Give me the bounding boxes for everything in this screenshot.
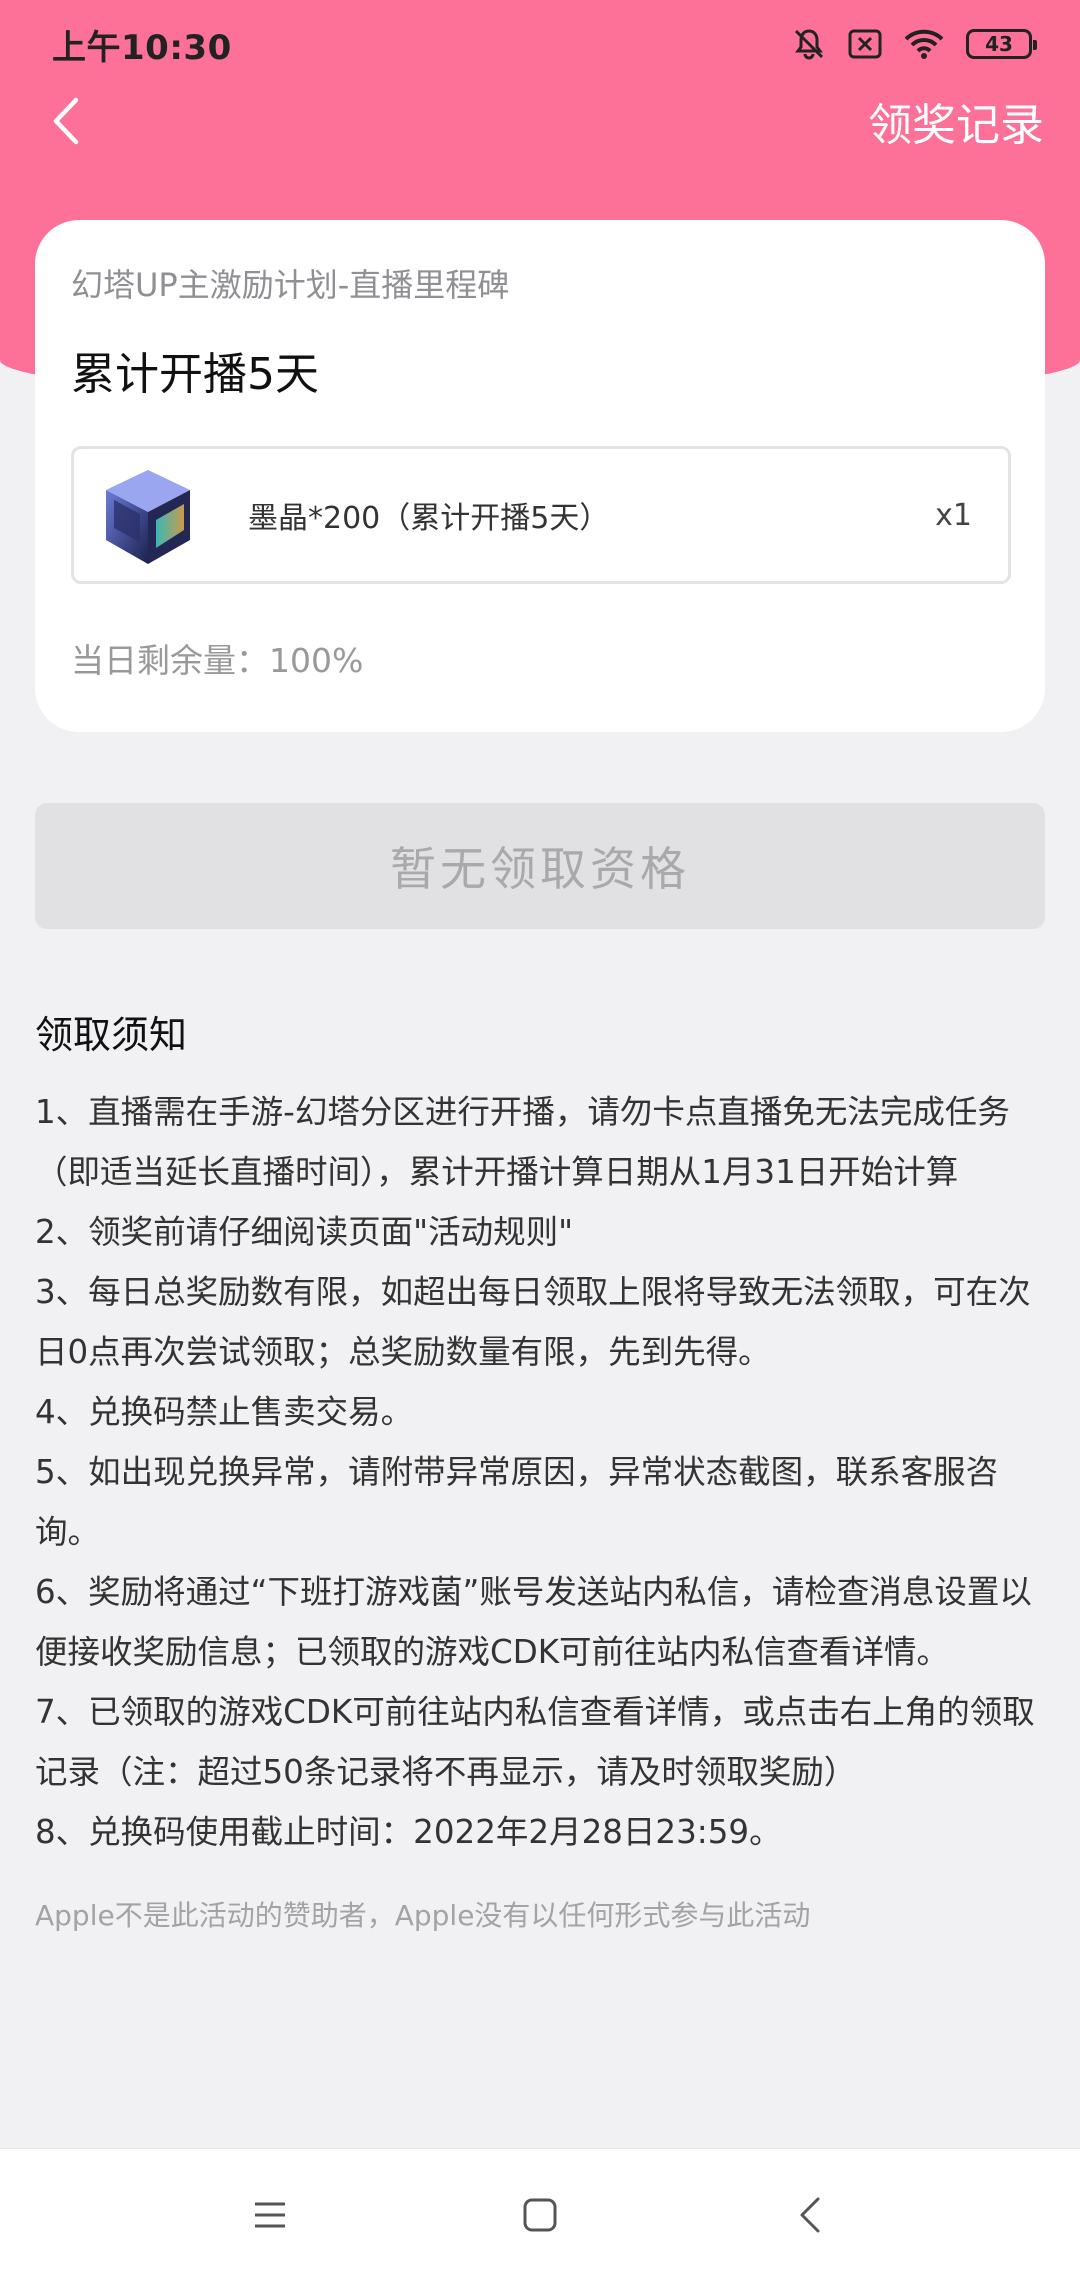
system-nav-bar (0, 2148, 1080, 2280)
status-icons: 43 (792, 27, 1037, 61)
back-triangle-icon (800, 2197, 820, 2232)
battery-icon: 43 (966, 29, 1037, 59)
notice-item: 7、已领取的游戏CDK可前往站内私信查看详情，或点击右上角的领取记录（注：超过5… (35, 1693, 1035, 1791)
claim-button[interactable]: 暂无领取资格 (35, 803, 1045, 929)
notice-item: 1、直播需在手游-幻塔分区进行开播，请勿卡点直播免无法完成任务（即适当延长直播时… (35, 1093, 1010, 1191)
reward-item: 墨晶*200（累计开播5天） x1 (71, 446, 1011, 584)
notice-item: 8、兑换码使用截止时间：2022年2月28日23:59。 (35, 1813, 782, 1851)
home-square-icon (523, 2198, 557, 2231)
notice-item: 5、如出现兑换异常，请附带异常原因，异常状态截图，联系客服咨询。 (35, 1453, 999, 1551)
reward-quantity: x1 (935, 497, 972, 533)
wifi-icon (904, 29, 944, 59)
system-back-button[interactable] (780, 2185, 840, 2245)
daily-remaining: 当日剩余量：100% (71, 641, 364, 680)
award-records-link[interactable]: 领奖记录 (868, 89, 1044, 153)
status-time: 上午10:30 (52, 27, 232, 68)
notice-item: 6、奖励将通过“下班打游戏菌”账号发送站内私信，请检查消息设置以便接收奖励信息；… (35, 1573, 1032, 1671)
apple-disclaimer: Apple不是此活动的赞助者，Apple没有以任何形式参与此活动 (35, 1899, 811, 1932)
notice-item: 4、兑换码禁止售卖交易。 (35, 1393, 414, 1431)
reward-name: 墨晶*200（累计开播5天） (248, 501, 610, 536)
menu-button[interactable] (240, 2185, 300, 2245)
status-bar: 上午10:30 43 (0, 0, 1080, 88)
notice-item: 3、每日总奖励数有限，如超出每日领取上限将导致无法领取，可在次日0点再次尝试领取… (35, 1273, 1031, 1371)
sim-x-icon (848, 29, 882, 59)
milestone-title: 累计开播5天 (71, 349, 319, 400)
home-button[interactable] (510, 2185, 570, 2245)
bell-off-icon (792, 27, 826, 61)
menu-icon (255, 2202, 285, 2227)
notice-item: 2、领奖前请仔细阅读页面"活动规则" (35, 1213, 574, 1251)
nav-bar: 领奖记录 (0, 88, 1080, 154)
campaign-subtitle: 幻塔UP主激励计划-直播里程碑 (71, 266, 510, 304)
notice-title: 领取须知 (35, 1013, 188, 1057)
chevron-left-icon (53, 97, 79, 145)
crystal-cube-icon (106, 470, 190, 564)
reward-card: 幻塔UP主激励计划-直播里程碑 累计开播5天 墨晶*200（累计开播5天） x1… (35, 220, 1045, 732)
back-button[interactable] (50, 91, 90, 151)
notice-list: 1、直播需在手游-幻塔分区进行开播，请勿卡点直播免无法完成任务（即适当延长直播时… (35, 1082, 1050, 1862)
